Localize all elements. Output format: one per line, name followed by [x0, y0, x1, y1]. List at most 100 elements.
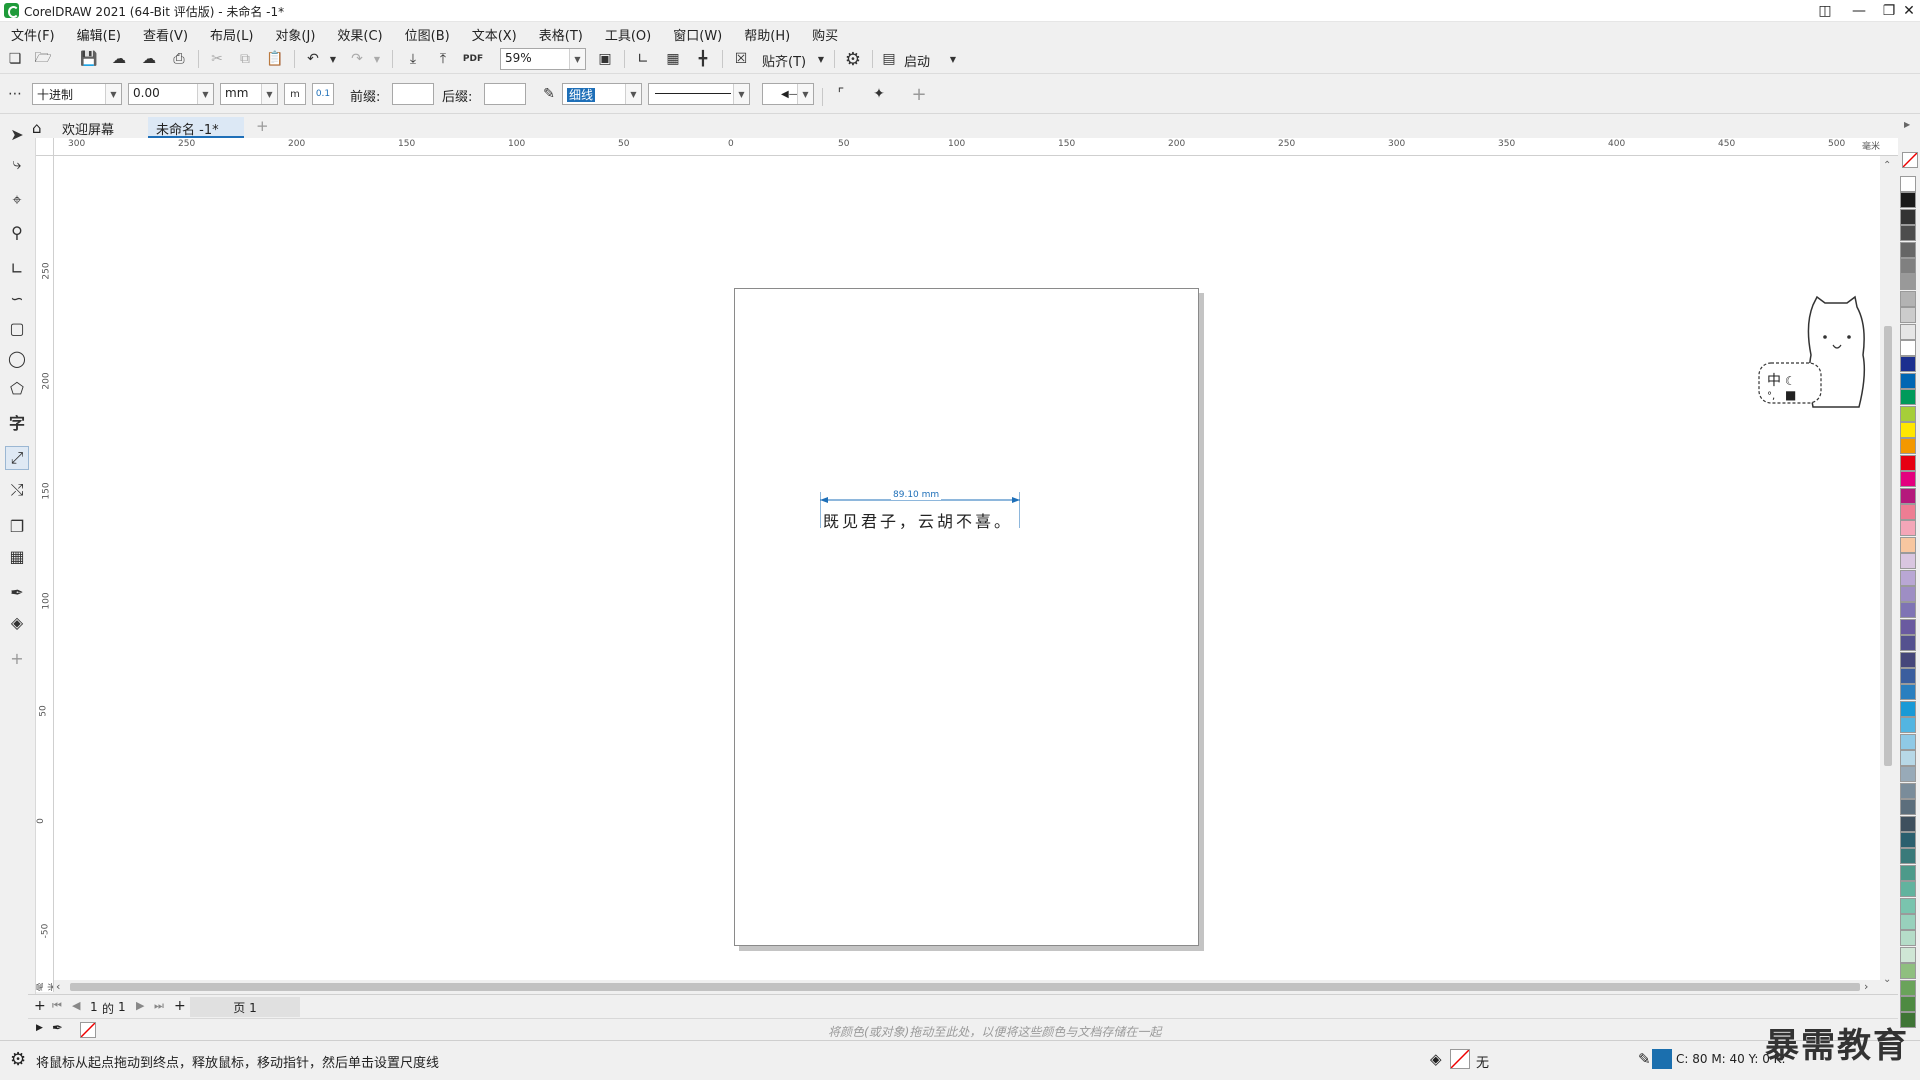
- next-page-icon[interactable]: ▶: [136, 999, 144, 1012]
- cloud-download-icon[interactable]: ☁: [108, 48, 130, 70]
- palette-swatch[interactable]: [1900, 733, 1916, 750]
- horizontal-scrollbar[interactable]: ‹ ›: [54, 980, 1880, 994]
- palette-swatch[interactable]: [1900, 946, 1916, 963]
- palette-swatch[interactable]: [1900, 700, 1916, 717]
- palette-swatch[interactable]: [1900, 356, 1916, 373]
- redo-icon[interactable]: ↷: [346, 48, 368, 70]
- last-page-icon[interactable]: ⏭: [154, 999, 164, 1013]
- vertical-scrollbar[interactable]: ⌃ ⌄: [1880, 156, 1896, 992]
- chevron-down-icon[interactable]: ▼: [733, 84, 749, 104]
- suffix-input[interactable]: [484, 83, 526, 105]
- snap-off-icon[interactable]: ☒: [730, 48, 752, 70]
- rectangle-tool-icon[interactable]: ▢: [5, 316, 29, 340]
- palette-swatch[interactable]: [1900, 422, 1916, 438]
- eyedropper-tool-icon[interactable]: ✒: [5, 580, 29, 604]
- palette-swatch[interactable]: [1900, 274, 1916, 291]
- palette-swatch[interactable]: [1900, 602, 1916, 619]
- no-color-swatch[interactable]: [80, 1022, 96, 1038]
- palette-swatch[interactable]: [1900, 897, 1916, 914]
- menu-object[interactable]: 对象(J): [264, 22, 326, 44]
- paste-icon[interactable]: 📋: [264, 48, 286, 70]
- menu-bitmaps[interactable]: 位图(B): [394, 22, 461, 44]
- home-icon[interactable]: ⌂: [32, 119, 42, 137]
- menu-tools[interactable]: 工具(O): [594, 22, 662, 44]
- menu-text[interactable]: 文本(X): [461, 22, 528, 44]
- palette-swatch[interactable]: [1900, 914, 1916, 930]
- new-tab-button[interactable]: +: [248, 117, 277, 138]
- palette-swatch[interactable]: [1900, 372, 1916, 389]
- palette-swatch[interactable]: [1900, 668, 1916, 684]
- precision-combo[interactable]: 0.00 ▼: [128, 83, 214, 105]
- page-tab-1[interactable]: 页 1: [190, 997, 300, 1017]
- zoom-level-combo[interactable]: 59% ▼: [500, 48, 586, 70]
- copy-icon[interactable]: ⧉: [234, 48, 256, 70]
- palette-arrow-icon[interactable]: ▶: [1904, 120, 1910, 129]
- menu-layout[interactable]: 布局(L): [199, 22, 264, 44]
- full-screen-icon[interactable]: ▣: [594, 48, 616, 70]
- units-combo[interactable]: mm ▼: [220, 83, 278, 105]
- fill-none-swatch[interactable]: [1450, 1049, 1470, 1069]
- palette-swatch[interactable]: [1900, 782, 1916, 799]
- palette-swatch[interactable]: [1900, 815, 1916, 832]
- undo-dropdown-icon[interactable]: ▼: [322, 48, 344, 70]
- palette-swatch[interactable]: [1900, 651, 1916, 668]
- palette-swatch[interactable]: [1900, 832, 1916, 848]
- cloud-upload-icon[interactable]: ☁: [138, 48, 160, 70]
- tab-welcome-screen[interactable]: 欢迎屏幕: [54, 117, 122, 138]
- palette-swatch[interactable]: [1900, 487, 1916, 504]
- menu-file[interactable]: 文件(F): [0, 22, 66, 44]
- crop-tool-icon[interactable]: ⌖: [5, 188, 29, 212]
- add-icon[interactable]: +: [908, 83, 930, 105]
- prefix-input[interactable]: [392, 83, 434, 105]
- canvas-text-object[interactable]: 既见君子，云胡不喜。: [823, 508, 1013, 532]
- palette-swatch[interactable]: [1900, 536, 1916, 553]
- expand-icon[interactable]: ▶: [36, 1023, 43, 1033]
- redo-dropdown-icon[interactable]: ▼: [366, 48, 388, 70]
- chevron-down-icon[interactable]: ▼: [569, 49, 585, 69]
- outline-color-swatch[interactable]: [1652, 1049, 1672, 1069]
- show-units-toggle[interactable]: m: [284, 83, 306, 105]
- scroll-right-icon[interactable]: ›: [1864, 980, 1868, 993]
- launch-app-icon[interactable]: ▤: [878, 48, 900, 70]
- prev-page-icon[interactable]: ◀: [72, 999, 80, 1012]
- palette-swatch[interactable]: [1900, 290, 1916, 307]
- chevron-down-icon[interactable]: ▼: [797, 84, 813, 104]
- palette-swatch[interactable]: [1900, 635, 1916, 652]
- show-grid-icon[interactable]: ▦: [662, 48, 684, 70]
- ruler-origin[interactable]: [36, 138, 54, 156]
- connector-tool-icon[interactable]: ⤭: [5, 478, 29, 502]
- palette-swatch[interactable]: [1900, 717, 1916, 734]
- launch-menu[interactable]: 启动: [904, 51, 930, 70]
- ime-cat-widget[interactable]: 中 ☾ °, ■: [1755, 295, 1875, 415]
- palette-swatch[interactable]: [1900, 996, 1916, 1012]
- menu-edit[interactable]: 编辑(E): [66, 22, 132, 44]
- print-icon[interactable]: ⎙: [168, 48, 190, 70]
- snap-to-menu[interactable]: 贴齐(T): [762, 51, 806, 70]
- line-style-combo[interactable]: ▼: [648, 83, 750, 105]
- add-tool-icon[interactable]: +: [5, 646, 29, 670]
- palette-swatch[interactable]: [1900, 225, 1916, 242]
- dimension-style-combo[interactable]: 十进制 ▼: [32, 83, 122, 105]
- palette-swatch[interactable]: [1900, 389, 1916, 406]
- add-page-before-button[interactable]: +: [34, 998, 46, 1014]
- palette-swatch[interactable]: [1900, 618, 1916, 635]
- cut-icon[interactable]: ✂: [206, 48, 228, 70]
- launch-dropdown-icon[interactable]: ▼: [942, 48, 964, 70]
- palette-swatch[interactable]: [1900, 963, 1916, 980]
- outline-width-combo[interactable]: 细线 ▼: [562, 83, 642, 105]
- undo-icon[interactable]: ↶: [302, 48, 324, 70]
- export-pdf-icon[interactable]: PDF: [462, 48, 484, 70]
- palette-swatch[interactable]: [1900, 258, 1916, 274]
- polygon-tool-icon[interactable]: ⬠: [5, 376, 29, 400]
- palette-swatch[interactable]: [1900, 405, 1916, 422]
- palette-swatch[interactable]: [1900, 586, 1916, 602]
- new-document-icon[interactable]: ❏: [4, 48, 26, 70]
- palette-swatch[interactable]: [1900, 208, 1916, 225]
- palette-swatch[interactable]: [1900, 192, 1916, 209]
- tab-untitled-1[interactable]: 未命名 -1*: [148, 117, 244, 138]
- palette-swatch[interactable]: [1900, 520, 1916, 537]
- chevron-down-icon[interactable]: ▼: [625, 84, 641, 104]
- palette-swatch[interactable]: [1900, 979, 1916, 996]
- palette-swatch[interactable]: [1900, 176, 1916, 192]
- shape-tool-icon[interactable]: ⤷: [5, 152, 29, 176]
